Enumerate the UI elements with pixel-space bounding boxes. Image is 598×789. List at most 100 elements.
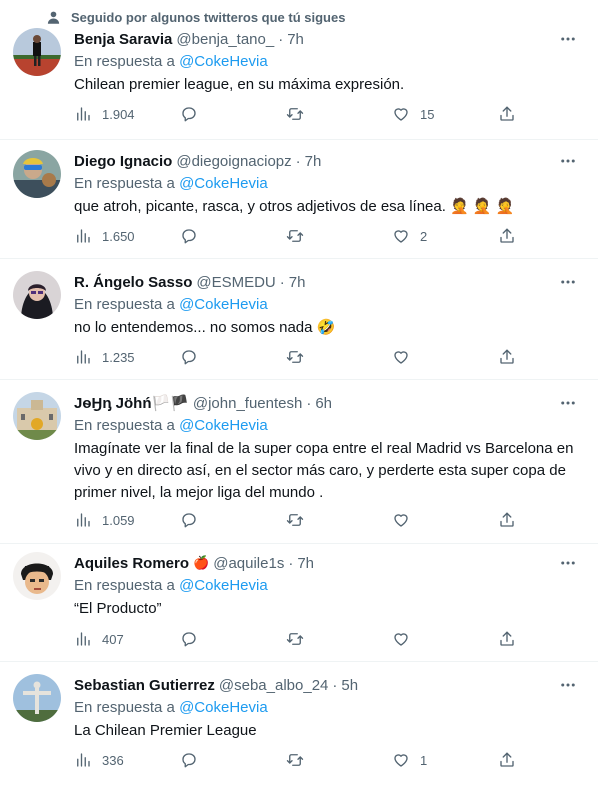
handle[interactable]: @seba_albo_24 — [219, 677, 328, 694]
display-name[interactable]: Sebastian Gutierrez — [74, 677, 215, 694]
reply-to-link[interactable]: @CokeHevia — [179, 296, 268, 313]
more-options-button[interactable] — [558, 152, 578, 170]
reply-prefix: En respuesta a — [74, 699, 175, 716]
action-bar: 1.650 2 — [74, 226, 518, 246]
avatar[interactable] — [13, 271, 61, 319]
reply-button[interactable] — [180, 751, 250, 769]
like-button[interactable]: 1 — [392, 751, 462, 769]
display-name[interactable]: Benja Saravia — [74, 31, 172, 48]
display-name[interactable]: JѳӇᶇ Jöhń🏳️🏴 — [74, 394, 189, 412]
like-button[interactable]: 15 — [392, 105, 462, 123]
tweet[interactable]: Benja Saravia @benja_tano_ · 7h En respu… — [0, 28, 598, 140]
more-dots-icon — [561, 561, 575, 565]
views-button[interactable]: 1.235 — [74, 348, 144, 366]
more-options-button[interactable] — [558, 676, 578, 694]
divider — [0, 139, 598, 140]
reply-to-link[interactable]: @CokeHevia — [179, 699, 268, 716]
retweet-button[interactable] — [286, 751, 356, 769]
handle[interactable]: @john_fuentesh — [193, 395, 302, 412]
views-icon — [77, 350, 90, 364]
handle[interactable]: @benja_tano_ — [176, 31, 274, 48]
display-name[interactable]: R. Ángelo Sasso — [74, 274, 192, 291]
views-count: 1.235 — [102, 349, 135, 365]
heart-icon — [394, 754, 408, 767]
avatar[interactable] — [13, 674, 61, 722]
avatar[interactable] — [13, 28, 61, 76]
action-bar: 1.059 — [74, 510, 518, 530]
tweet[interactable]: Diego Ignacio @diegoignaciopz · 7h En re… — [0, 150, 598, 259]
heart-icon — [394, 351, 408, 364]
reply-icon — [182, 753, 196, 768]
reply-to-link[interactable]: @CokeHevia — [179, 175, 268, 192]
more-options-button[interactable] — [558, 394, 578, 412]
tweet[interactable]: Aquiles Romero 🍎 @aquile1s · 7h En respu… — [0, 552, 598, 662]
action-bar: 1.235 — [74, 347, 518, 367]
reply-button[interactable] — [180, 227, 250, 245]
retweet-icon — [286, 351, 304, 363]
share-button[interactable] — [498, 348, 518, 366]
display-name[interactable]: Diego Ignacio — [74, 153, 172, 170]
reply-to-link[interactable]: @CokeHevia — [179, 577, 268, 594]
views-icon — [77, 753, 90, 767]
share-button[interactable] — [498, 630, 518, 648]
like-button[interactable] — [392, 348, 462, 366]
separator-dot: · — [306, 394, 312, 412]
reply-to-link[interactable]: @CokeHevia — [179, 417, 268, 434]
timestamp[interactable]: 6h — [315, 395, 332, 412]
reply-button[interactable] — [180, 511, 250, 529]
timestamp[interactable]: 7h — [289, 274, 306, 291]
reply-button[interactable] — [180, 630, 250, 648]
retweet-icon — [286, 230, 304, 242]
avatar[interactable] — [13, 552, 61, 600]
reply-button[interactable] — [180, 348, 250, 366]
retweet-button[interactable] — [286, 227, 356, 245]
views-button[interactable]: 1.904 — [74, 105, 144, 123]
views-button[interactable]: 336 — [74, 751, 144, 769]
timestamp[interactable]: 7h — [297, 555, 314, 572]
tweet[interactable]: Sebastian Gutierrez @seba_albo_24 · 5h E… — [0, 674, 598, 789]
avatar-image-icon — [13, 28, 61, 76]
handle[interactable]: @aquile1s — [213, 555, 284, 572]
like-button[interactable] — [392, 511, 462, 529]
views-count: 1.059 — [102, 512, 135, 528]
tweet-text: Chilean premier league, en su máxima exp… — [74, 76, 405, 93]
reply-context: En respuesta a @CokeHevia — [74, 52, 268, 72]
more-options-button[interactable] — [558, 273, 578, 291]
timestamp[interactable]: 7h — [305, 153, 322, 170]
like-button[interactable] — [392, 630, 462, 648]
views-button[interactable]: 1.059 — [74, 511, 144, 529]
retweet-button[interactable] — [286, 511, 356, 529]
more-options-button[interactable] — [558, 554, 578, 572]
share-button[interactable] — [498, 105, 518, 123]
timestamp[interactable]: 5h — [341, 677, 358, 694]
like-button[interactable]: 2 — [392, 227, 462, 245]
timestamp[interactable]: 7h — [287, 31, 304, 48]
retweet-button[interactable] — [286, 348, 356, 366]
more-dots-icon — [561, 280, 575, 284]
reply-button[interactable] — [180, 105, 250, 123]
retweet-button[interactable] — [286, 105, 356, 123]
tweet[interactable]: JѳӇᶇ Jöhń🏳️🏴 @john_fuentesh · 6h En resp… — [0, 392, 598, 544]
separator-dot: · — [288, 554, 294, 572]
tweet[interactable]: R. Ángelo Sasso @ESMEDU · 7h En respuest… — [0, 271, 598, 380]
share-button[interactable] — [498, 511, 518, 529]
share-icon — [500, 106, 514, 121]
share-button[interactable] — [498, 751, 518, 769]
handle[interactable]: @ESMEDU — [196, 274, 275, 291]
share-button[interactable] — [498, 227, 518, 245]
avatar[interactable] — [13, 150, 61, 198]
reply-prefix: En respuesta a — [74, 417, 175, 434]
views-button[interactable]: 407 — [74, 630, 144, 648]
share-icon — [500, 631, 514, 646]
handle[interactable]: @diegoignaciopz — [176, 153, 291, 170]
tweet-text: “El Producto” — [74, 600, 162, 617]
reply-prefix: En respuesta a — [74, 53, 175, 70]
reply-to-link[interactable]: @CokeHevia — [179, 53, 268, 70]
avatar[interactable] — [13, 392, 61, 440]
reply-context: En respuesta a @CokeHevia — [74, 576, 268, 596]
views-button[interactable]: 1.650 — [74, 227, 144, 245]
more-options-button[interactable] — [558, 30, 578, 48]
retweet-button[interactable] — [286, 630, 356, 648]
tweet-header: Sebastian Gutierrez @seba_albo_24 · 5h — [74, 675, 554, 695]
display-name[interactable]: Aquiles Romero — [74, 555, 189, 572]
